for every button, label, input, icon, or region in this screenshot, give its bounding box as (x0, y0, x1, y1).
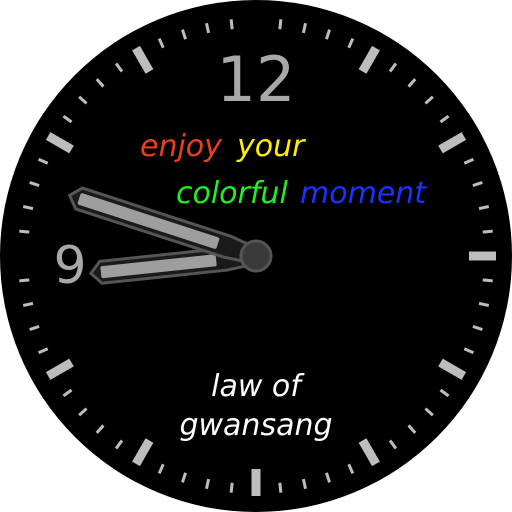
minute-tick (278, 19, 283, 30)
minute-tick (22, 301, 34, 307)
minute-tick (22, 205, 34, 211)
minute-tick (229, 19, 234, 30)
tagline-word-enjoy: enjoy (140, 129, 223, 164)
minute-tick (229, 482, 234, 493)
minute-tick (205, 478, 211, 490)
brand-line-2: gwansang (179, 408, 332, 443)
minute-tick (482, 229, 493, 234)
center-cap (239, 239, 273, 273)
tagline-word-moment: moment (300, 176, 427, 211)
minute-tick (478, 301, 490, 307)
watch-face: 12 9 enjoy your colorful moment law of g… (0, 0, 512, 512)
brand-line-1: law of (211, 369, 305, 404)
minute-tick (482, 278, 493, 283)
numeral-9: 9 (53, 236, 86, 296)
minute-tick (278, 482, 283, 493)
minute-tick (301, 478, 307, 490)
tagline-word-colorful: colorful (176, 176, 288, 211)
minute-tick (478, 205, 490, 211)
minute-tick (19, 229, 30, 234)
tagline-word-your: your (236, 129, 306, 164)
numeral-12: 12 (217, 43, 296, 116)
minute-tick (205, 22, 211, 34)
minute-tick (19, 278, 30, 283)
minute-tick (301, 22, 307, 34)
